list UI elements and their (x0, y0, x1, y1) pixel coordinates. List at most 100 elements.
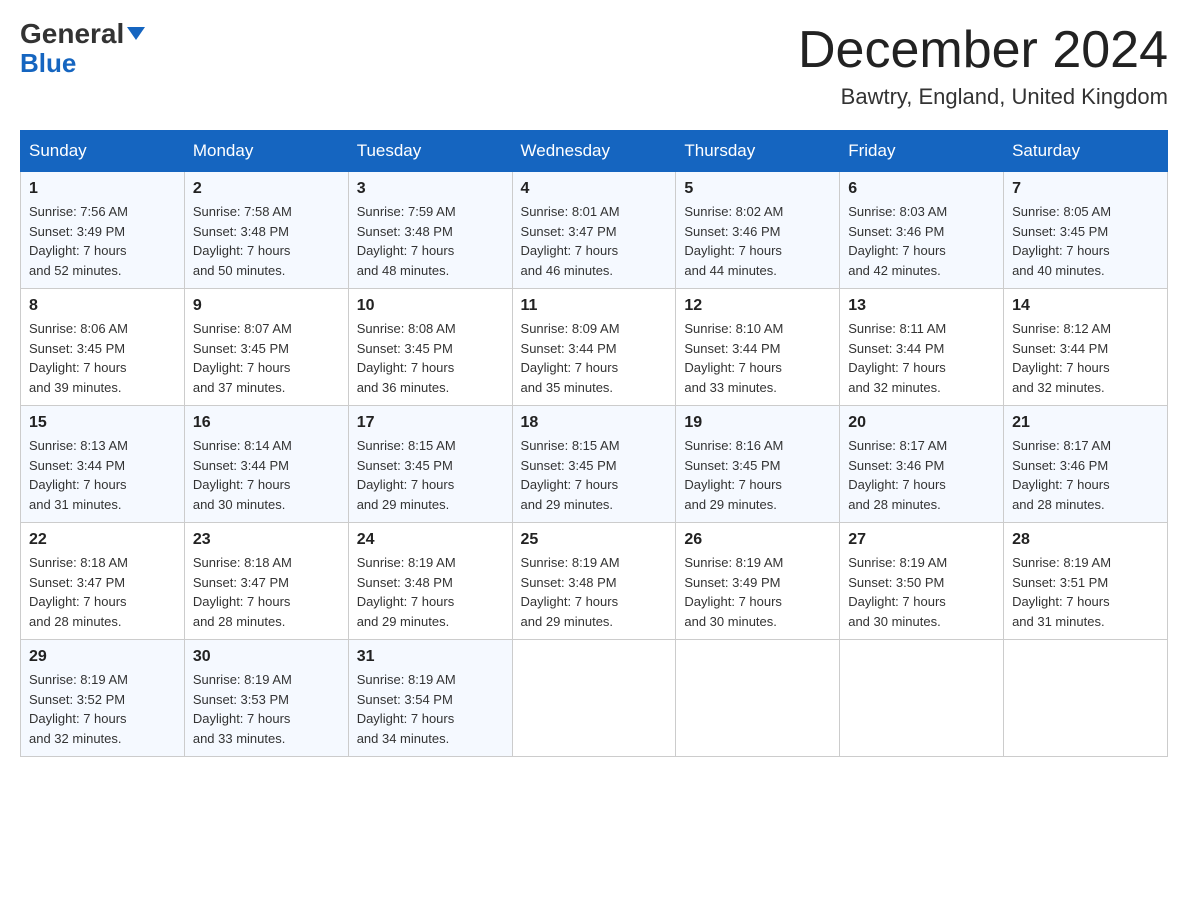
day-number: 27 (848, 531, 995, 549)
table-row: 2 Sunrise: 7:58 AMSunset: 3:48 PMDayligh… (184, 172, 348, 289)
logo-text-line1: General (20, 20, 145, 48)
day-number: 8 (29, 297, 176, 315)
table-row: 5 Sunrise: 8:02 AMSunset: 3:46 PMDayligh… (676, 172, 840, 289)
location-subtitle: Bawtry, England, United Kingdom (798, 84, 1168, 110)
day-info: Sunrise: 8:15 AMSunset: 3:45 PMDaylight:… (357, 438, 456, 512)
day-number: 22 (29, 531, 176, 549)
table-row: 24 Sunrise: 8:19 AMSunset: 3:48 PMDaylig… (348, 523, 512, 640)
day-info: Sunrise: 7:56 AMSunset: 3:49 PMDaylight:… (29, 204, 128, 278)
day-number: 21 (1012, 414, 1159, 432)
table-row: 23 Sunrise: 8:18 AMSunset: 3:47 PMDaylig… (184, 523, 348, 640)
day-info: Sunrise: 8:13 AMSunset: 3:44 PMDaylight:… (29, 438, 128, 512)
day-info: Sunrise: 8:19 AMSunset: 3:51 PMDaylight:… (1012, 555, 1111, 629)
col-friday: Friday (840, 131, 1004, 172)
day-number: 30 (193, 648, 340, 666)
day-number: 20 (848, 414, 995, 432)
table-row (512, 640, 676, 757)
table-row: 1 Sunrise: 7:56 AMSunset: 3:49 PMDayligh… (21, 172, 185, 289)
calendar-body: 1 Sunrise: 7:56 AMSunset: 3:49 PMDayligh… (21, 172, 1168, 757)
day-info: Sunrise: 8:07 AMSunset: 3:45 PMDaylight:… (193, 321, 292, 395)
day-number: 24 (357, 531, 504, 549)
calendar-week-4: 22 Sunrise: 8:18 AMSunset: 3:47 PMDaylig… (21, 523, 1168, 640)
table-row: 13 Sunrise: 8:11 AMSunset: 3:44 PMDaylig… (840, 289, 1004, 406)
table-row: 26 Sunrise: 8:19 AMSunset: 3:49 PMDaylig… (676, 523, 840, 640)
day-number: 3 (357, 180, 504, 198)
calendar-header: Sunday Monday Tuesday Wednesday Thursday… (21, 131, 1168, 172)
day-info: Sunrise: 7:58 AMSunset: 3:48 PMDaylight:… (193, 204, 292, 278)
day-info: Sunrise: 8:17 AMSunset: 3:46 PMDaylight:… (848, 438, 947, 512)
day-info: Sunrise: 8:19 AMSunset: 3:52 PMDaylight:… (29, 672, 128, 746)
table-row (1004, 640, 1168, 757)
day-number: 4 (521, 180, 668, 198)
day-number: 28 (1012, 531, 1159, 549)
day-info: Sunrise: 8:19 AMSunset: 3:48 PMDaylight:… (521, 555, 620, 629)
table-row: 20 Sunrise: 8:17 AMSunset: 3:46 PMDaylig… (840, 406, 1004, 523)
table-row: 29 Sunrise: 8:19 AMSunset: 3:52 PMDaylig… (21, 640, 185, 757)
day-number: 5 (684, 180, 831, 198)
calendar-week-1: 1 Sunrise: 7:56 AMSunset: 3:49 PMDayligh… (21, 172, 1168, 289)
table-row: 15 Sunrise: 8:13 AMSunset: 3:44 PMDaylig… (21, 406, 185, 523)
day-number: 25 (521, 531, 668, 549)
table-row: 31 Sunrise: 8:19 AMSunset: 3:54 PMDaylig… (348, 640, 512, 757)
table-row: 9 Sunrise: 8:07 AMSunset: 3:45 PMDayligh… (184, 289, 348, 406)
table-row: 27 Sunrise: 8:19 AMSunset: 3:50 PMDaylig… (840, 523, 1004, 640)
day-number: 14 (1012, 297, 1159, 315)
logo-text-line2: Blue (20, 48, 76, 79)
day-info: Sunrise: 8:08 AMSunset: 3:45 PMDaylight:… (357, 321, 456, 395)
table-row: 14 Sunrise: 8:12 AMSunset: 3:44 PMDaylig… (1004, 289, 1168, 406)
table-row: 28 Sunrise: 8:19 AMSunset: 3:51 PMDaylig… (1004, 523, 1168, 640)
day-number: 31 (357, 648, 504, 666)
day-number: 9 (193, 297, 340, 315)
calendar-week-3: 15 Sunrise: 8:13 AMSunset: 3:44 PMDaylig… (21, 406, 1168, 523)
day-number: 6 (848, 180, 995, 198)
day-info: Sunrise: 8:19 AMSunset: 3:54 PMDaylight:… (357, 672, 456, 746)
day-info: Sunrise: 8:17 AMSunset: 3:46 PMDaylight:… (1012, 438, 1111, 512)
day-info: Sunrise: 8:15 AMSunset: 3:45 PMDaylight:… (521, 438, 620, 512)
table-row: 6 Sunrise: 8:03 AMSunset: 3:46 PMDayligh… (840, 172, 1004, 289)
day-info: Sunrise: 7:59 AMSunset: 3:48 PMDaylight:… (357, 204, 456, 278)
day-info: Sunrise: 8:05 AMSunset: 3:45 PMDaylight:… (1012, 204, 1111, 278)
table-row: 11 Sunrise: 8:09 AMSunset: 3:44 PMDaylig… (512, 289, 676, 406)
table-row: 7 Sunrise: 8:05 AMSunset: 3:45 PMDayligh… (1004, 172, 1168, 289)
table-row: 4 Sunrise: 8:01 AMSunset: 3:47 PMDayligh… (512, 172, 676, 289)
day-info: Sunrise: 8:11 AMSunset: 3:44 PMDaylight:… (848, 321, 946, 395)
calendar-week-2: 8 Sunrise: 8:06 AMSunset: 3:45 PMDayligh… (21, 289, 1168, 406)
col-wednesday: Wednesday (512, 131, 676, 172)
table-row: 30 Sunrise: 8:19 AMSunset: 3:53 PMDaylig… (184, 640, 348, 757)
day-number: 10 (357, 297, 504, 315)
day-info: Sunrise: 8:19 AMSunset: 3:50 PMDaylight:… (848, 555, 947, 629)
day-info: Sunrise: 8:19 AMSunset: 3:53 PMDaylight:… (193, 672, 292, 746)
header-row: Sunday Monday Tuesday Wednesday Thursday… (21, 131, 1168, 172)
day-number: 13 (848, 297, 995, 315)
day-info: Sunrise: 8:09 AMSunset: 3:44 PMDaylight:… (521, 321, 620, 395)
table-row: 10 Sunrise: 8:08 AMSunset: 3:45 PMDaylig… (348, 289, 512, 406)
day-number: 18 (521, 414, 668, 432)
day-info: Sunrise: 8:19 AMSunset: 3:48 PMDaylight:… (357, 555, 456, 629)
table-row: 17 Sunrise: 8:15 AMSunset: 3:45 PMDaylig… (348, 406, 512, 523)
day-info: Sunrise: 8:16 AMSunset: 3:45 PMDaylight:… (684, 438, 783, 512)
day-info: Sunrise: 8:01 AMSunset: 3:47 PMDaylight:… (521, 204, 620, 278)
title-area: December 2024 Bawtry, England, United Ki… (798, 20, 1168, 110)
page-header: General Blue December 2024 Bawtry, Engla… (20, 20, 1168, 110)
day-number: 26 (684, 531, 831, 549)
day-number: 7 (1012, 180, 1159, 198)
day-number: 2 (193, 180, 340, 198)
table-row: 18 Sunrise: 8:15 AMSunset: 3:45 PMDaylig… (512, 406, 676, 523)
table-row: 12 Sunrise: 8:10 AMSunset: 3:44 PMDaylig… (676, 289, 840, 406)
day-info: Sunrise: 8:02 AMSunset: 3:46 PMDaylight:… (684, 204, 783, 278)
table-row (676, 640, 840, 757)
calendar-week-5: 29 Sunrise: 8:19 AMSunset: 3:52 PMDaylig… (21, 640, 1168, 757)
day-info: Sunrise: 8:14 AMSunset: 3:44 PMDaylight:… (193, 438, 292, 512)
table-row: 16 Sunrise: 8:14 AMSunset: 3:44 PMDaylig… (184, 406, 348, 523)
table-row: 21 Sunrise: 8:17 AMSunset: 3:46 PMDaylig… (1004, 406, 1168, 523)
col-thursday: Thursday (676, 131, 840, 172)
day-number: 15 (29, 414, 176, 432)
day-info: Sunrise: 8:19 AMSunset: 3:49 PMDaylight:… (684, 555, 783, 629)
day-number: 1 (29, 180, 176, 198)
col-sunday: Sunday (21, 131, 185, 172)
table-row: 3 Sunrise: 7:59 AMSunset: 3:48 PMDayligh… (348, 172, 512, 289)
day-info: Sunrise: 8:18 AMSunset: 3:47 PMDaylight:… (193, 555, 292, 629)
day-number: 17 (357, 414, 504, 432)
logo: General Blue (20, 20, 145, 79)
day-number: 29 (29, 648, 176, 666)
